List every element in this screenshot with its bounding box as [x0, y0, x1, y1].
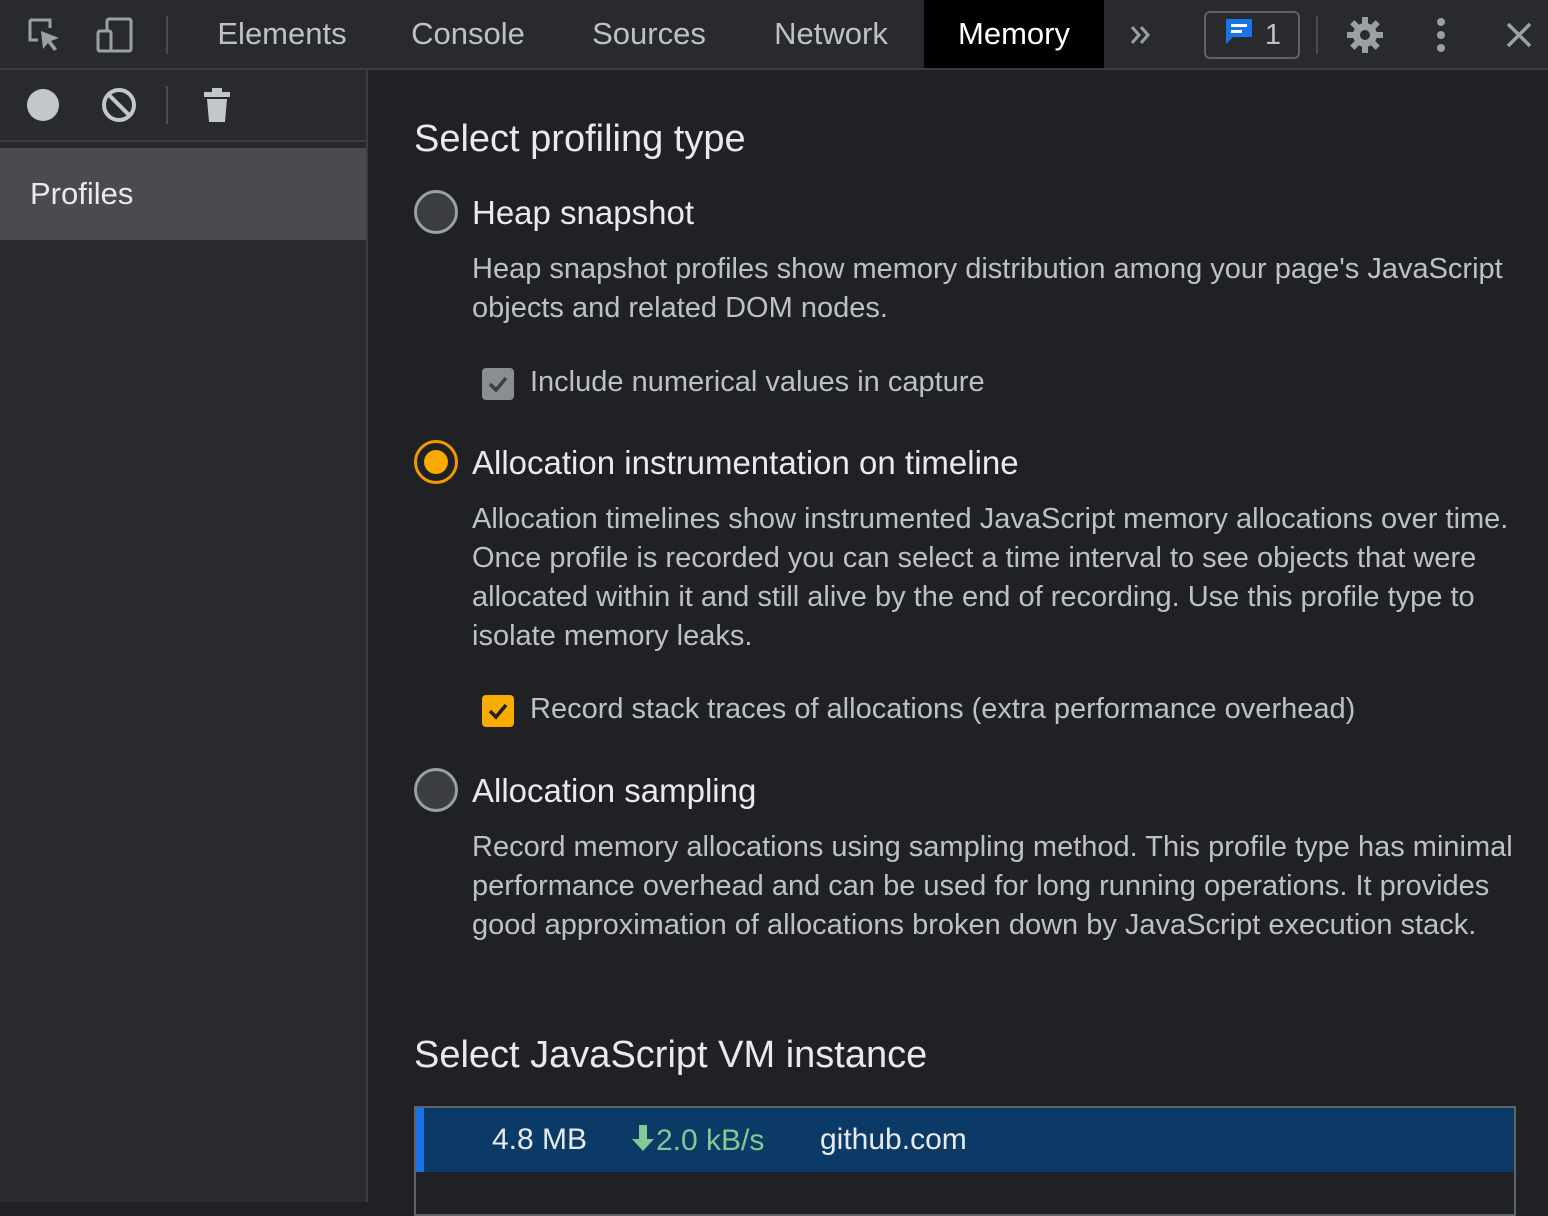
profiles-sidebar: Profiles — [0, 70, 368, 1202]
issues-button[interactable]: 1 — [1204, 11, 1300, 59]
vm-instance-url: github.com — [820, 1123, 967, 1156]
heap-size: 4.8 MB — [492, 1123, 588, 1156]
toolbar-divider — [1316, 16, 1318, 54]
more-options-icon[interactable] — [1420, 14, 1462, 56]
allocation-rate-value: 2.0 kB/s — [656, 1124, 765, 1157]
tab-memory[interactable]: Memory — [924, 0, 1104, 68]
allocation-timeline-radio[interactable] — [414, 440, 458, 484]
devtools-tab-bar: Elements Console Sources Network Memory … — [0, 0, 1548, 70]
message-icon — [1223, 16, 1255, 54]
issues-count: 1 — [1264, 18, 1282, 51]
sidebar-item-label: Profiles — [30, 176, 134, 211]
inspect-element-icon[interactable] — [24, 14, 66, 56]
allocation-sampling-radio[interactable] — [414, 768, 458, 812]
allocation-sampling-label[interactable]: Allocation sampling — [472, 772, 756, 810]
vm-instance-row[interactable]: 4.8 MB 2.0 kB/s github.com — [416, 1108, 1514, 1172]
allocation-timeline-description: Allocation timelines show instrumented J… — [472, 503, 1509, 652]
trash-icon[interactable] — [196, 84, 238, 126]
heap-snapshot-description: Heap snapshot profiles show memory distr… — [472, 253, 1503, 324]
sidebar-toolbar — [0, 70, 366, 142]
toolbar-divider — [166, 86, 168, 124]
sidebar-item-profiles[interactable]: Profiles — [0, 148, 366, 240]
memory-panel: Select profiling type Heap snapshot Heap… — [370, 70, 1548, 1216]
vm-instance-list: 4.8 MB 2.0 kB/s github.com — [414, 1106, 1516, 1216]
include-numerical-values-checkbox[interactable] — [482, 368, 514, 400]
record-stack-traces-label[interactable]: Record stack traces of allocations (extr… — [530, 693, 1355, 726]
record-stack-traces-checkbox[interactable] — [482, 695, 514, 727]
tab-network[interactable]: Network — [738, 0, 924, 68]
vm-instance-heading: Select JavaScript VM instance — [414, 1034, 928, 1076]
arrow-down-icon — [632, 1125, 654, 1151]
allocation-sampling-description: Record memory allocations using sampling… — [472, 831, 1513, 941]
heap-snapshot-radio[interactable] — [414, 190, 458, 234]
profiling-type-heading: Select profiling type — [414, 118, 746, 160]
tab-sources[interactable]: Sources — [560, 0, 738, 68]
allocation-timeline-label[interactable]: Allocation instrumentation on timeline — [472, 444, 1019, 482]
tab-elements[interactable]: Elements — [188, 0, 376, 68]
allocation-rate: 2.0 kB/s — [630, 1123, 764, 1158]
record-icon[interactable] — [22, 84, 64, 126]
heap-snapshot-label[interactable]: Heap snapshot — [472, 194, 694, 232]
close-icon[interactable] — [1498, 14, 1540, 56]
gear-icon[interactable] — [1344, 14, 1386, 56]
chevrons-right-icon[interactable] — [1120, 14, 1162, 56]
toolbar-divider — [166, 16, 168, 54]
device-toolbar-icon[interactable] — [94, 14, 136, 56]
tab-console[interactable]: Console — [376, 0, 560, 68]
include-numerical-values-label[interactable]: Include numerical values in capture — [530, 366, 985, 399]
clear-all-icon[interactable] — [98, 84, 140, 126]
